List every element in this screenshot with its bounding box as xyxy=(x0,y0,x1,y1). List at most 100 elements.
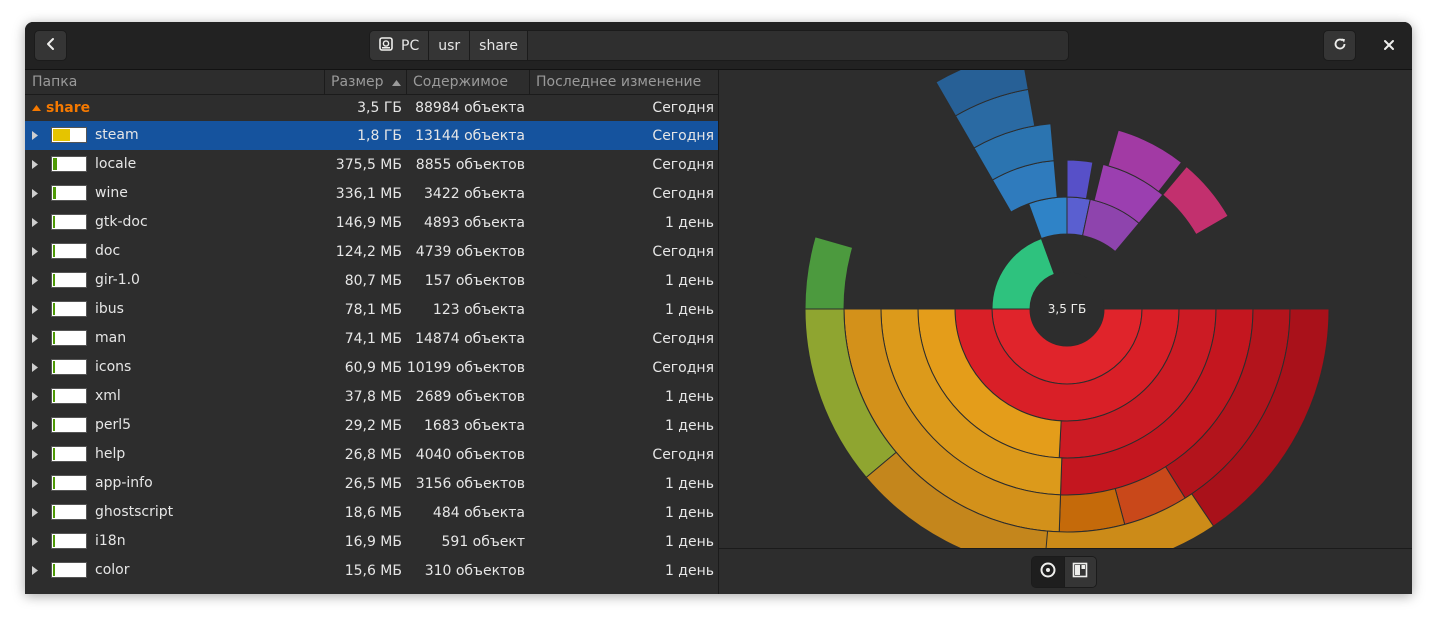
close-button[interactable] xyxy=(1372,30,1405,61)
expand-icon[interactable] xyxy=(32,295,38,324)
ring-segment[interactable] xyxy=(1066,159,1094,200)
ring-segment[interactable] xyxy=(804,236,854,310)
row-modified: 1 день xyxy=(664,504,714,521)
folder-row-ghostscript[interactable]: ghostscript 18,6 МБ 484 объекта 1 день xyxy=(25,498,718,527)
row-name: icons xyxy=(95,359,132,375)
row-contents: 484 объекта xyxy=(432,504,525,521)
collapse-icon[interactable] xyxy=(32,95,41,121)
row-contents: 1683 объекта xyxy=(424,417,525,434)
folder-row-steam[interactable]: steam 1,8 ГБ 13144 объекта Сегодня xyxy=(25,121,718,150)
row-size: 60,9 МБ xyxy=(344,359,402,376)
row-name: share xyxy=(46,100,91,116)
row-size: 336,1 МБ xyxy=(335,185,402,202)
row-contents: 14874 объекта xyxy=(415,330,525,347)
back-button[interactable] xyxy=(34,30,67,61)
folder-row-help[interactable]: help 26,8 МБ 4040 объектов Сегодня xyxy=(25,440,718,469)
rings-chart-svg[interactable]: 3,5 ГБ xyxy=(719,50,1412,572)
folder-row-ibus[interactable]: ibus 78,1 МБ 123 объекта 1 день xyxy=(25,295,718,324)
row-contents: 123 объекта xyxy=(432,301,525,318)
usage-bar xyxy=(51,533,87,549)
usage-bar xyxy=(51,475,87,491)
usage-bar xyxy=(51,562,87,578)
parent-row[interactable]: share 3,5 ГБ 88984 объекта Сегодня xyxy=(25,95,718,121)
baobab-window: PC usr share Папка Размер Содержимое Пос… xyxy=(25,22,1412,594)
row-name: man xyxy=(95,330,127,346)
usage-bar xyxy=(51,330,87,346)
expand-icon[interactable] xyxy=(32,527,38,556)
view-refresh-icon xyxy=(1333,36,1347,55)
row-size: 26,5 МБ xyxy=(344,475,402,492)
drive-icon xyxy=(379,36,393,55)
ring-segment[interactable] xyxy=(1058,488,1126,533)
expand-icon[interactable] xyxy=(32,382,38,411)
folder-row-man[interactable]: man 74,1 МБ 14874 объекта Сегодня xyxy=(25,324,718,353)
folder-row-xml[interactable]: xml 37,8 МБ 2689 объектов 1 день xyxy=(25,382,718,411)
row-name: app-info xyxy=(95,475,153,491)
expand-icon[interactable] xyxy=(32,556,38,585)
row-modified: 1 день xyxy=(664,562,714,579)
usage-bar xyxy=(51,243,87,259)
row-size: 29,2 МБ xyxy=(344,417,402,434)
path-crumb-usr[interactable]: usr xyxy=(429,31,471,60)
folder-row-wine[interactable]: wine 336,1 МБ 3422 объекта Сегодня xyxy=(25,179,718,208)
column-folder[interactable]: Папка xyxy=(25,70,325,94)
path-crumb-label: share xyxy=(479,37,518,54)
column-size[interactable]: Размер xyxy=(325,70,407,94)
path-crumb-pc[interactable]: PC xyxy=(370,31,430,60)
expand-icon[interactable] xyxy=(32,266,38,295)
folder-row-gtk-doc[interactable]: gtk-doc 146,9 МБ 4893 объекта 1 день xyxy=(25,208,718,237)
view-switcher xyxy=(1031,556,1097,588)
ring-segment[interactable] xyxy=(1162,165,1229,236)
folder-row-gir-1.0[interactable]: gir-1.0 80,7 МБ 157 объектов 1 день xyxy=(25,266,718,295)
folder-rows: share 3,5 ГБ 88984 объекта Сегодня steam… xyxy=(25,95,718,585)
ring-segment[interactable] xyxy=(1028,196,1068,240)
rings-chart-icon xyxy=(1040,562,1056,582)
expand-icon[interactable] xyxy=(32,150,38,179)
folder-row-app-info[interactable]: app-info 26,5 МБ 3156 объектов 1 день xyxy=(25,469,718,498)
row-name: help xyxy=(95,446,126,462)
usage-bar-fill xyxy=(53,361,55,373)
row-modified: Сегодня xyxy=(652,359,714,376)
usage-bar xyxy=(51,156,87,172)
usage-bar xyxy=(51,301,87,317)
refresh-button[interactable] xyxy=(1323,30,1356,61)
row-size: 15,6 МБ xyxy=(344,562,402,579)
usage-bar-fill xyxy=(53,158,57,170)
treemap-view-button[interactable] xyxy=(1063,557,1096,587)
expand-icon[interactable] xyxy=(32,411,38,440)
usage-bar xyxy=(51,504,87,520)
folder-row-doc[interactable]: doc 124,2 МБ 4739 объектов Сегодня xyxy=(25,237,718,266)
folder-row-icons[interactable]: icons 60,9 МБ 10199 объектов Сегодня xyxy=(25,353,718,382)
expand-icon[interactable] xyxy=(32,440,38,469)
folder-list: Папка Размер Содержимое Последнее измене… xyxy=(25,70,719,594)
column-contents[interactable]: Содержимое xyxy=(407,70,530,94)
usage-bar xyxy=(51,446,87,462)
expand-icon[interactable] xyxy=(32,469,38,498)
folder-row-locale[interactable]: locale 375,5 МБ 8855 объектов Сегодня xyxy=(25,150,718,179)
column-modified[interactable]: Последнее изменение xyxy=(530,70,718,94)
folder-row-i18n[interactable]: i18n 16,9 МБ 591 объект 1 день xyxy=(25,527,718,556)
expand-icon[interactable] xyxy=(32,208,38,237)
usage-bar-fill xyxy=(53,564,55,576)
expand-icon[interactable] xyxy=(32,237,38,266)
row-modified: 1 день xyxy=(664,301,714,318)
usage-bar xyxy=(51,272,87,288)
expand-icon[interactable] xyxy=(32,324,38,353)
expand-icon[interactable] xyxy=(32,498,38,527)
usage-bar xyxy=(51,127,87,143)
folder-row-color[interactable]: color 15,6 МБ 310 объектов 1 день xyxy=(25,556,718,585)
row-size: 26,8 МБ xyxy=(344,446,402,463)
usage-bar xyxy=(51,359,87,375)
row-size: 80,7 МБ xyxy=(344,272,402,289)
rings-chart[interactable]: 3,5 ГБ xyxy=(719,50,1412,572)
rings-view-button[interactable] xyxy=(1032,557,1064,587)
expand-icon[interactable] xyxy=(32,121,38,150)
usage-bar xyxy=(51,214,87,230)
header-bar: PC usr share xyxy=(25,22,1412,70)
expand-icon[interactable] xyxy=(32,353,38,382)
path-crumb-share[interactable]: share xyxy=(470,31,528,60)
expand-icon[interactable] xyxy=(32,179,38,208)
folder-row-perl5[interactable]: perl5 29,2 МБ 1683 объекта 1 день xyxy=(25,411,718,440)
row-contents: 591 объект xyxy=(441,533,526,550)
usage-bar-fill xyxy=(53,332,55,344)
